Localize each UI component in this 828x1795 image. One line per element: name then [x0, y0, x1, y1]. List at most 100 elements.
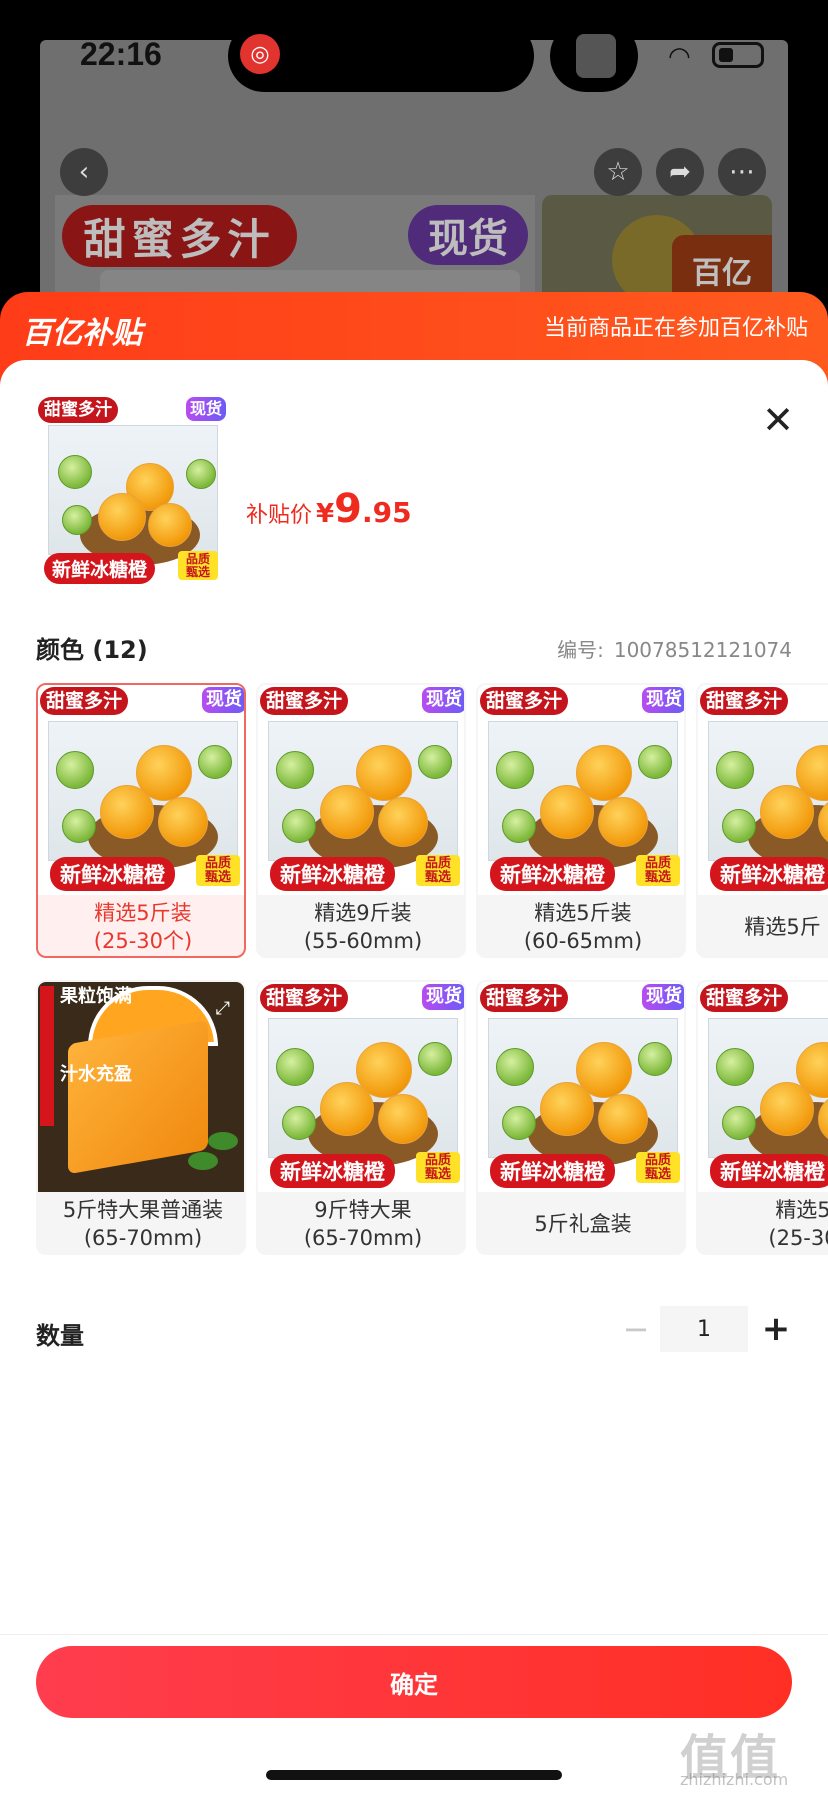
app-thumbnail-icon	[576, 34, 616, 78]
lime	[282, 1106, 316, 1140]
orange	[378, 1094, 428, 1144]
lime	[62, 505, 92, 535]
background-photo: 百亿	[542, 195, 772, 305]
sweet-tag: 甜蜜多汁	[480, 687, 569, 715]
leaf	[208, 1132, 238, 1150]
sku-code: 编号: 10078512121074	[557, 634, 792, 663]
variant-option[interactable]: 甜蜜多汁现货新鲜冰糖橙品质甄选精选5 (25-30	[696, 980, 828, 1255]
star-icon: ☆	[606, 157, 630, 187]
music-app-icon: ◎	[240, 34, 280, 74]
chevron-left-icon: ‹	[78, 157, 90, 187]
lime	[276, 751, 314, 789]
quality-line2: 甄选	[644, 869, 671, 885]
variant-option[interactable]: 甜蜜多汁 现货 新鲜冰糖橙 品质 甄选 精选5斤装 (25-30个)	[36, 683, 246, 958]
more-button[interactable]: ⋯	[718, 148, 766, 196]
subsidy-price: 补贴价 ¥ 9 .95	[246, 486, 412, 532]
quantity-decrease-button[interactable]: −	[618, 1306, 654, 1352]
variant-option[interactable]: 甜蜜多汁现货新鲜冰糖橙品质甄选精选5斤 55-	[696, 683, 828, 958]
lime	[56, 751, 94, 789]
stock-tag: 现货	[185, 397, 226, 421]
orange	[148, 503, 192, 547]
stock-tag: 现货	[642, 687, 684, 713]
product-thumbnail[interactable]: 甜蜜多汁 现货 新鲜冰糖橙 品质 甄选	[36, 395, 228, 587]
quality-line1: 品质	[424, 1153, 451, 1168]
variant-image: 甜蜜多汁现货新鲜冰糖橙品质甄选	[698, 685, 828, 895]
product-label: 新鲜冰糖橙	[50, 857, 175, 891]
home-indicator[interactable]	[266, 1770, 562, 1780]
quality-badge: 品质 甄选	[196, 855, 240, 887]
quantity-input[interactable]: 1	[660, 1306, 748, 1352]
lime	[638, 1042, 672, 1076]
quality-line1: 品质	[424, 856, 451, 871]
close-button[interactable]: ✕	[758, 398, 798, 442]
variant-label: 精选5斤 55-	[744, 914, 828, 939]
quality-line1: 品质	[185, 552, 210, 566]
variant-option[interactable]: 甜蜜多汁 现货 新鲜冰糖橙 品质 甄选 精选9斤装 (55-60mm)	[256, 683, 466, 958]
product-label: 新鲜冰糖橙	[710, 1154, 828, 1188]
product-label: 新鲜冰糖橙	[710, 857, 828, 891]
product-label: 新鲜冰糖橙	[44, 553, 156, 584]
orange	[100, 785, 154, 839]
sku-code-value: 10078512121074	[613, 638, 792, 662]
variant-option[interactable]: 甜蜜多汁 现货 新鲜冰糖橙 品质 甄选 5斤礼盒装	[476, 980, 686, 1255]
color-section-title: 颜色 (12)	[36, 636, 148, 664]
favorite-button[interactable]: ☆	[594, 148, 642, 196]
variant-option[interactable]: 果粒饱满 汁水充盈 ⤢ 5斤特大果普通装 (65-70mm)	[36, 980, 246, 1255]
quality-line2: 甄选	[185, 564, 210, 579]
sweet-tag: 甜蜜多汁	[480, 984, 569, 1012]
sweet-tag: 甜蜜多汁	[38, 397, 118, 423]
lime	[62, 809, 96, 843]
lime	[58, 455, 92, 489]
leaf	[188, 1152, 218, 1170]
subsidy-logo: 百亿补贴	[22, 316, 142, 351]
sku-code-label: 编号:	[557, 638, 604, 662]
vertical-red-strip	[40, 986, 54, 1126]
lime	[418, 1042, 452, 1076]
back-button[interactable]: ‹	[60, 148, 108, 196]
quality-line1: 品质	[644, 856, 671, 871]
lime	[186, 459, 216, 489]
wifi-icon: ◠	[668, 42, 691, 72]
sweet-tag: 甜蜜多汁	[260, 984, 349, 1012]
quality-badge: 品质 甄选	[636, 855, 680, 887]
stock-tag: 现货	[422, 687, 464, 713]
variant-label: 精选5 (25-30	[768, 1198, 828, 1250]
stock-tag: 现货	[422, 984, 464, 1010]
expand-icon[interactable]: ⤢	[216, 998, 230, 1019]
lime	[716, 751, 754, 789]
quality-badge: 品质 甄选	[416, 855, 460, 887]
battery-icon	[712, 42, 764, 68]
confirm-button[interactable]: 确定	[36, 1646, 792, 1718]
stock-tag: 现货	[642, 984, 684, 1010]
screen: 甜蜜多汁 现货 百亿 ‹ ☆ ➦ ⋯ 22:16 ◎ ◠ 百亿补贴 当前商品正在…	[0, 0, 828, 1795]
orange	[760, 1082, 814, 1136]
subsidy-notice: 当前商品正在参加百亿补贴	[543, 316, 808, 341]
more-icon: ⋯	[729, 157, 755, 187]
variant-option[interactable]: 甜蜜多汁 现货 新鲜冰糖橙 品质 甄选 精选5斤装 (60-65mm)	[476, 683, 686, 958]
footer-divider	[0, 1634, 828, 1635]
background-stock-badge: 现货	[408, 205, 528, 265]
stock-tag: 现货	[202, 687, 244, 713]
lime	[418, 745, 452, 779]
sweet-tag: 甜蜜多汁	[40, 687, 129, 715]
variant-image: 甜蜜多汁现货新鲜冰糖橙品质甄选	[258, 685, 464, 895]
variant-label: 精选5斤装 (60-65mm)	[523, 901, 643, 953]
lime	[722, 809, 756, 843]
share-icon: ➦	[669, 157, 691, 187]
variant-option[interactable]: 甜蜜多汁 现货 新鲜冰糖橙 品质 甄选 9斤特大果 (65-70mm)	[256, 980, 466, 1255]
status-time: 22:16	[80, 36, 162, 72]
lime	[716, 1048, 754, 1086]
quality-line2: 甄选	[644, 1166, 671, 1182]
quality-badge: 品质 甄选	[416, 1152, 460, 1184]
variant-photo-text-1: 果粒饱满	[60, 986, 132, 1007]
sweet-tag: 甜蜜多汁	[700, 984, 789, 1012]
quantity-increase-button[interactable]: +	[758, 1306, 794, 1352]
quality-line2: 甄选	[424, 1166, 451, 1182]
sweet-tag: 甜蜜多汁	[260, 687, 349, 715]
orange	[320, 1082, 374, 1136]
orange	[540, 1082, 594, 1136]
variant-label: 5斤特大果普通装 (65-70mm)	[62, 1198, 224, 1250]
share-button[interactable]: ➦	[656, 148, 704, 196]
variant-label: 9斤特大果 (65-70mm)	[303, 1198, 423, 1250]
product-label: 新鲜冰糖橙	[490, 1154, 615, 1188]
